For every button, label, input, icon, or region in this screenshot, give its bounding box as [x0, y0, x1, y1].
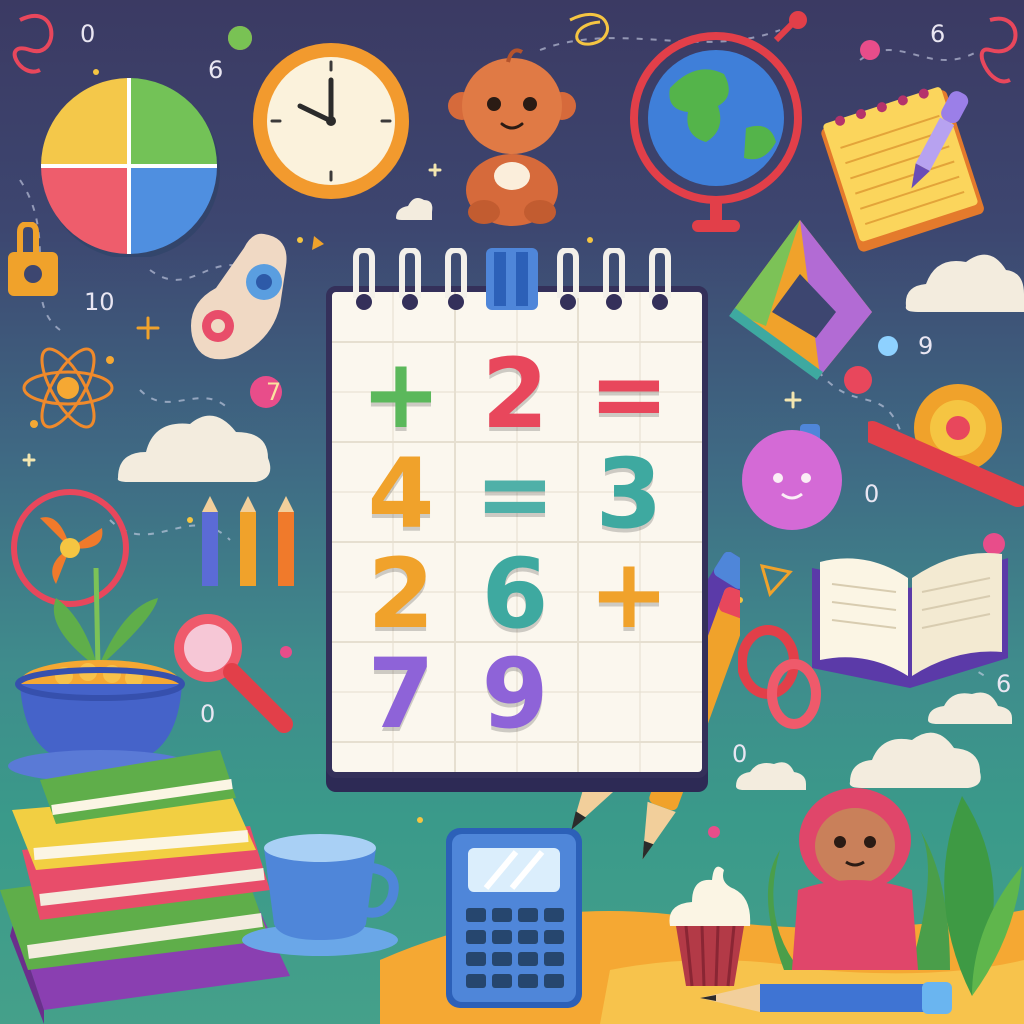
- globe-icon: [630, 11, 807, 232]
- decor-number: 6: [996, 670, 1012, 698]
- notepad-cell-r3c3: +: [588, 538, 670, 650]
- toy-icon: [191, 233, 287, 360]
- decor-number: 6: [930, 20, 946, 48]
- triangle-ruler-icon: [729, 220, 872, 381]
- decor-number: 10: [84, 288, 115, 316]
- notepad-cell-r4c2: 9: [481, 638, 549, 750]
- binder-clip-icon: [8, 222, 58, 296]
- decor-number: 0: [80, 20, 96, 48]
- decor-number: 0: [732, 740, 748, 768]
- gear-icon: [868, 384, 1024, 507]
- math-notepad: + 2 = 4 = 3 2 6 + 7 9: [316, 248, 708, 793]
- rings-icon: [738, 625, 821, 729]
- leaf-plant-icon: [944, 796, 1022, 996]
- notepad-cell-r2c3: 3: [595, 438, 663, 550]
- wall-clock-icon: [253, 43, 409, 199]
- magnifier-icon: [174, 614, 293, 733]
- notepad-cell-r1c1: +: [360, 338, 442, 450]
- decor-number: 0: [200, 700, 216, 728]
- pencil-icon: [700, 982, 952, 1014]
- notepad-cell-r1c2: 2: [481, 338, 549, 450]
- notepad-binder-rings: [353, 248, 671, 310]
- teddy-bear-icon: [448, 48, 576, 226]
- math-illustration: 10 9 0 6 7 0 6 0 6 0 + 2 = 4 = 3 2 6 + 7…: [0, 0, 1024, 1024]
- open-book-icon: [812, 553, 1008, 688]
- decor-number: 6: [208, 56, 224, 84]
- decor-number: 7: [266, 378, 282, 406]
- notepad-cell-r1c3: =: [588, 338, 670, 450]
- notepad-cell-r2c1: 4: [367, 438, 435, 550]
- decor-number: 9: [918, 332, 934, 360]
- notepad-cell-r4c1: 7: [367, 638, 435, 750]
- smiling-ball-icon: [742, 424, 842, 530]
- paintbrush-icon: [911, 91, 969, 189]
- cup-icon: [242, 834, 399, 956]
- decor-number: 0: [864, 480, 880, 508]
- pencils-icon: [202, 496, 294, 586]
- notepad-paper: + 2 = 4 = 3 2 6 + 7 9: [326, 286, 708, 778]
- notepad-cell-r3c1: 2: [367, 538, 435, 650]
- notepad-cell-r3c2: 6: [481, 538, 549, 650]
- notepad-cell-r2c2: =: [474, 438, 556, 550]
- atom-icon: [22, 347, 114, 429]
